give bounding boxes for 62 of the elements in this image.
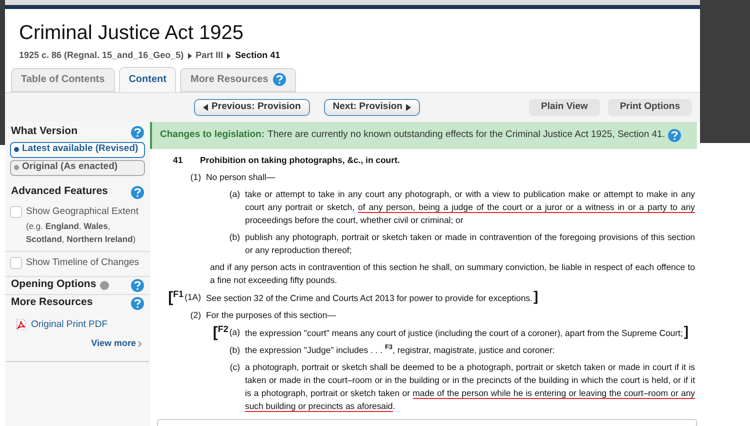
pdf-icon [16, 319, 26, 330]
provision-text: a photograph, portrait or sketch shall be deemed to be a photograph, portrait or sketch taken or made in court if it is taken or made in the court–room or in the building or in the precincts of the building in which the court is held, or if it is a photograph, portrait or sketch taken or made of the person while he is entering or leaving the court–room or any such building or precincts as aforesaid. [245, 360, 695, 412]
footnote-link[interactable]: F1 [173, 290, 184, 298]
breadcrumb-item: Section 41 [235, 49, 280, 62]
provision-text: and if any person acts in contravention of this section he shall, on summary conviction, be liable in respect of each offence to a fine not exceeding fifty pounds. [210, 260, 695, 286]
provision-text: For the purposes of this section— [206, 308, 337, 322]
provision-text: the expression "Judge" includes . . . $^{F3}$, registrar, magistrate, justice and coroner: [245, 344, 556, 356]
breadcrumb-item[interactable]: Part III [196, 49, 224, 62]
provision-number: (b) [229, 344, 240, 356]
provision-text: the expression "court" means any court of justice (including the court of a coroner), apart from the Supreme Court;] [245, 326, 690, 340]
left-arrow-icon [202, 104, 208, 110]
help-icon[interactable] [273, 73, 286, 86]
sidebar-heading: What Version [11, 124, 78, 140]
help-icon[interactable] [668, 128, 681, 142]
amendment-bracket: [ [212, 326, 218, 338]
resource-link[interactable]: Original Print PDF [31, 318, 108, 332]
provision-text: publish any photograph, portrait or sketch taken or made in contravention of the foregoing provisions of this section or any reproduction thereof; [245, 230, 695, 256]
banner-label: Changes to legislation: [160, 128, 265, 142]
tab[interactable]: More Resources [180, 68, 296, 92]
checkbox-label[interactable]: Show Geographical Extent [26, 206, 145, 218]
action-button[interactable]: Print Options [608, 98, 692, 116]
nav-button[interactable]: Next: Provision [324, 98, 420, 116]
provision-number: (1) [190, 170, 201, 184]
sidebar-heading[interactable]: Opening Options [11, 277, 96, 293]
help-icon[interactable] [131, 126, 144, 138]
breadcrumb-item[interactable]: 1925 c. 86 (Regnal. 15_and_16_Geo_5) [19, 49, 184, 62]
banner-text: There are currently no known outstanding effects for the Criminal Justice Act 1925, Section 41. [268, 128, 665, 142]
provision-text: See section 32 of the Crime and Courts Act 2013 for power to provide for exceptions.] [206, 290, 540, 304]
help-icon[interactable] [131, 296, 144, 310]
checkbox[interactable] [10, 256, 22, 268]
tab[interactable]: Content [118, 66, 176, 92]
sidebar-heading: More Resources [11, 295, 93, 310]
checkbox-note: (e.g. England, Wales, Scotland, Northern Ireland) [26, 220, 137, 246]
provision-number: (1A) [184, 290, 201, 304]
page-title: Criminal Justice Act 1925 [19, 21, 245, 45]
provision-number: (b) [229, 230, 240, 244]
breadcrumb-arrow-icon [227, 52, 232, 59]
chevron-right-icon [138, 340, 142, 346]
footnote-link[interactable]: F2 [218, 324, 228, 334]
view-more-link[interactable]: View more [91, 336, 136, 350]
version-option[interactable]: Latest available (Revised) [10, 142, 145, 158]
sidebar-heading: Advanced Features [11, 184, 108, 200]
provision-number: (a) [229, 326, 240, 338]
provision-text: No person shall— [206, 170, 276, 184]
help-icon[interactable] [131, 278, 144, 292]
breadcrumb-arrow-icon [188, 52, 192, 59]
amendment-bracket: [ [168, 290, 174, 304]
provision-number: (2) [190, 308, 201, 322]
checkbox-label[interactable]: Show Timeline of Changes [26, 256, 140, 268]
right-arrow-icon [406, 104, 412, 110]
action-button[interactable]: Plain View [529, 98, 600, 116]
provision-number: (c) [230, 360, 240, 374]
provision-number: (a) [229, 188, 240, 200]
section-heading: Prohibition on taking photographs, &c., in court. [200, 154, 400, 166]
expand-icon[interactable] [100, 280, 110, 290]
checkbox[interactable] [10, 206, 22, 218]
tab[interactable]: Table of Contents [11, 68, 115, 92]
nav-button[interactable]: Previous: Provision [194, 98, 310, 116]
help-icon[interactable] [131, 186, 144, 198]
section-number: 41 [172, 154, 184, 166]
version-option[interactable]: Original (As enacted) [10, 160, 145, 176]
provision-text: take or attempt to take in any court any photograph, or with a view to publication make or attempt to make in any court any portrait or sketch, of any person, being a judge of the court or a juror or a witness in or a party to any proceedings before the court, whether civil or criminal; or [245, 188, 695, 226]
